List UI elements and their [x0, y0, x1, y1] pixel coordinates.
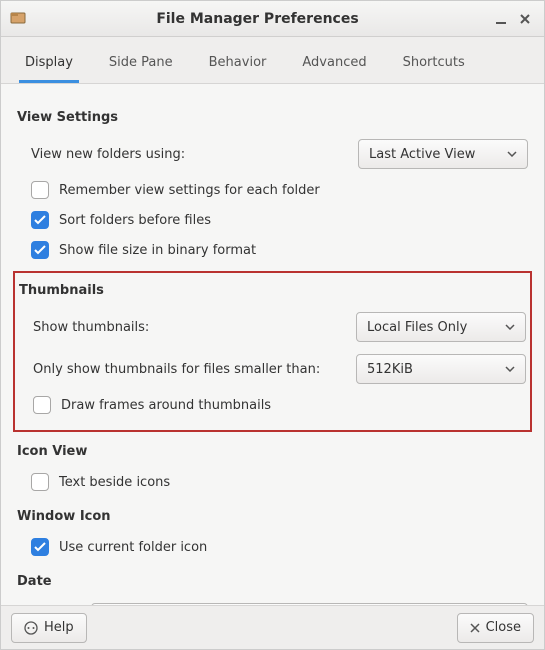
- thumbnail-size-select[interactable]: 512KiB: [356, 354, 526, 384]
- close-window-button[interactable]: [514, 8, 536, 30]
- show-thumbnails-row: Show thumbnails: Local Files Only: [19, 306, 526, 348]
- binary-size-label: Show file size in binary format: [59, 243, 256, 258]
- tab-advanced[interactable]: Advanced: [296, 47, 372, 83]
- icon-view-heading: Icon View: [17, 444, 528, 459]
- thumbnail-size-value: 512KiB: [367, 362, 497, 377]
- thumbnail-size-row: Only show thumbnails for files smaller t…: [19, 348, 526, 390]
- thumbnails-heading: Thumbnails: [19, 283, 526, 298]
- help-button-label: Help: [44, 620, 74, 635]
- draw-frames-checkbox[interactable]: [33, 396, 51, 414]
- binary-size-checkbox[interactable]: [31, 241, 49, 259]
- date-format-row: Format: Today: [17, 597, 528, 605]
- use-current-folder-row: Use current folder icon: [17, 532, 528, 562]
- use-current-folder-label: Use current folder icon: [59, 540, 207, 555]
- titlebar: File Manager Preferences: [1, 1, 544, 37]
- draw-frames-row: Draw frames around thumbnails: [19, 390, 526, 420]
- close-button[interactable]: Close: [457, 613, 534, 643]
- content-area: View Settings View new folders using: La…: [1, 84, 544, 605]
- draw-frames-label: Draw frames around thumbnails: [61, 398, 271, 413]
- close-icon: [470, 623, 480, 633]
- remember-view-label: Remember view settings for each folder: [59, 183, 320, 198]
- tab-shortcuts[interactable]: Shortcuts: [397, 47, 471, 83]
- binary-size-row: Show file size in binary format: [17, 235, 528, 265]
- chevron-down-icon: [505, 366, 515, 372]
- dialog-footer: Help Close: [1, 605, 544, 649]
- thumbnail-size-label: Only show thumbnails for files smaller t…: [33, 362, 346, 377]
- thumbnails-highlight: Thumbnails Show thumbnails: Local Files …: [13, 271, 532, 432]
- sort-folders-row: Sort folders before files: [17, 205, 528, 235]
- show-thumbnails-label: Show thumbnails:: [33, 320, 346, 335]
- text-beside-label: Text beside icons: [59, 475, 170, 490]
- sort-folders-checkbox[interactable]: [31, 211, 49, 229]
- tab-display[interactable]: Display: [19, 47, 79, 83]
- show-thumbnails-select[interactable]: Local Files Only: [356, 312, 526, 342]
- view-new-folders-select[interactable]: Last Active View: [358, 139, 528, 169]
- sort-folders-label: Sort folders before files: [59, 213, 211, 228]
- help-icon: [24, 621, 38, 635]
- app-icon: [9, 10, 27, 28]
- view-new-folders-value: Last Active View: [369, 147, 499, 162]
- show-thumbnails-value: Local Files Only: [367, 320, 497, 335]
- close-button-label: Close: [486, 620, 521, 635]
- text-beside-row: Text beside icons: [17, 467, 528, 497]
- remember-view-checkbox[interactable]: [31, 181, 49, 199]
- window-icon-heading: Window Icon: [17, 509, 528, 524]
- minimize-button[interactable]: [490, 8, 512, 30]
- tab-behavior[interactable]: Behavior: [203, 47, 273, 83]
- help-button[interactable]: Help: [11, 613, 87, 643]
- view-settings-heading: View Settings: [17, 110, 528, 125]
- chevron-down-icon: [505, 324, 515, 330]
- tab-bar: Display Side Pane Behavior Advanced Shor…: [1, 37, 544, 84]
- tab-side-pane[interactable]: Side Pane: [103, 47, 179, 83]
- remember-view-row: Remember view settings for each folder: [17, 175, 528, 205]
- window-title: File Manager Preferences: [27, 11, 488, 27]
- date-heading: Date: [17, 574, 528, 589]
- use-current-folder-checkbox[interactable]: [31, 538, 49, 556]
- view-new-folders-row: View new folders using: Last Active View: [17, 133, 528, 175]
- chevron-down-icon: [507, 151, 517, 157]
- view-new-folders-label: View new folders using:: [31, 147, 348, 162]
- text-beside-checkbox[interactable]: [31, 473, 49, 491]
